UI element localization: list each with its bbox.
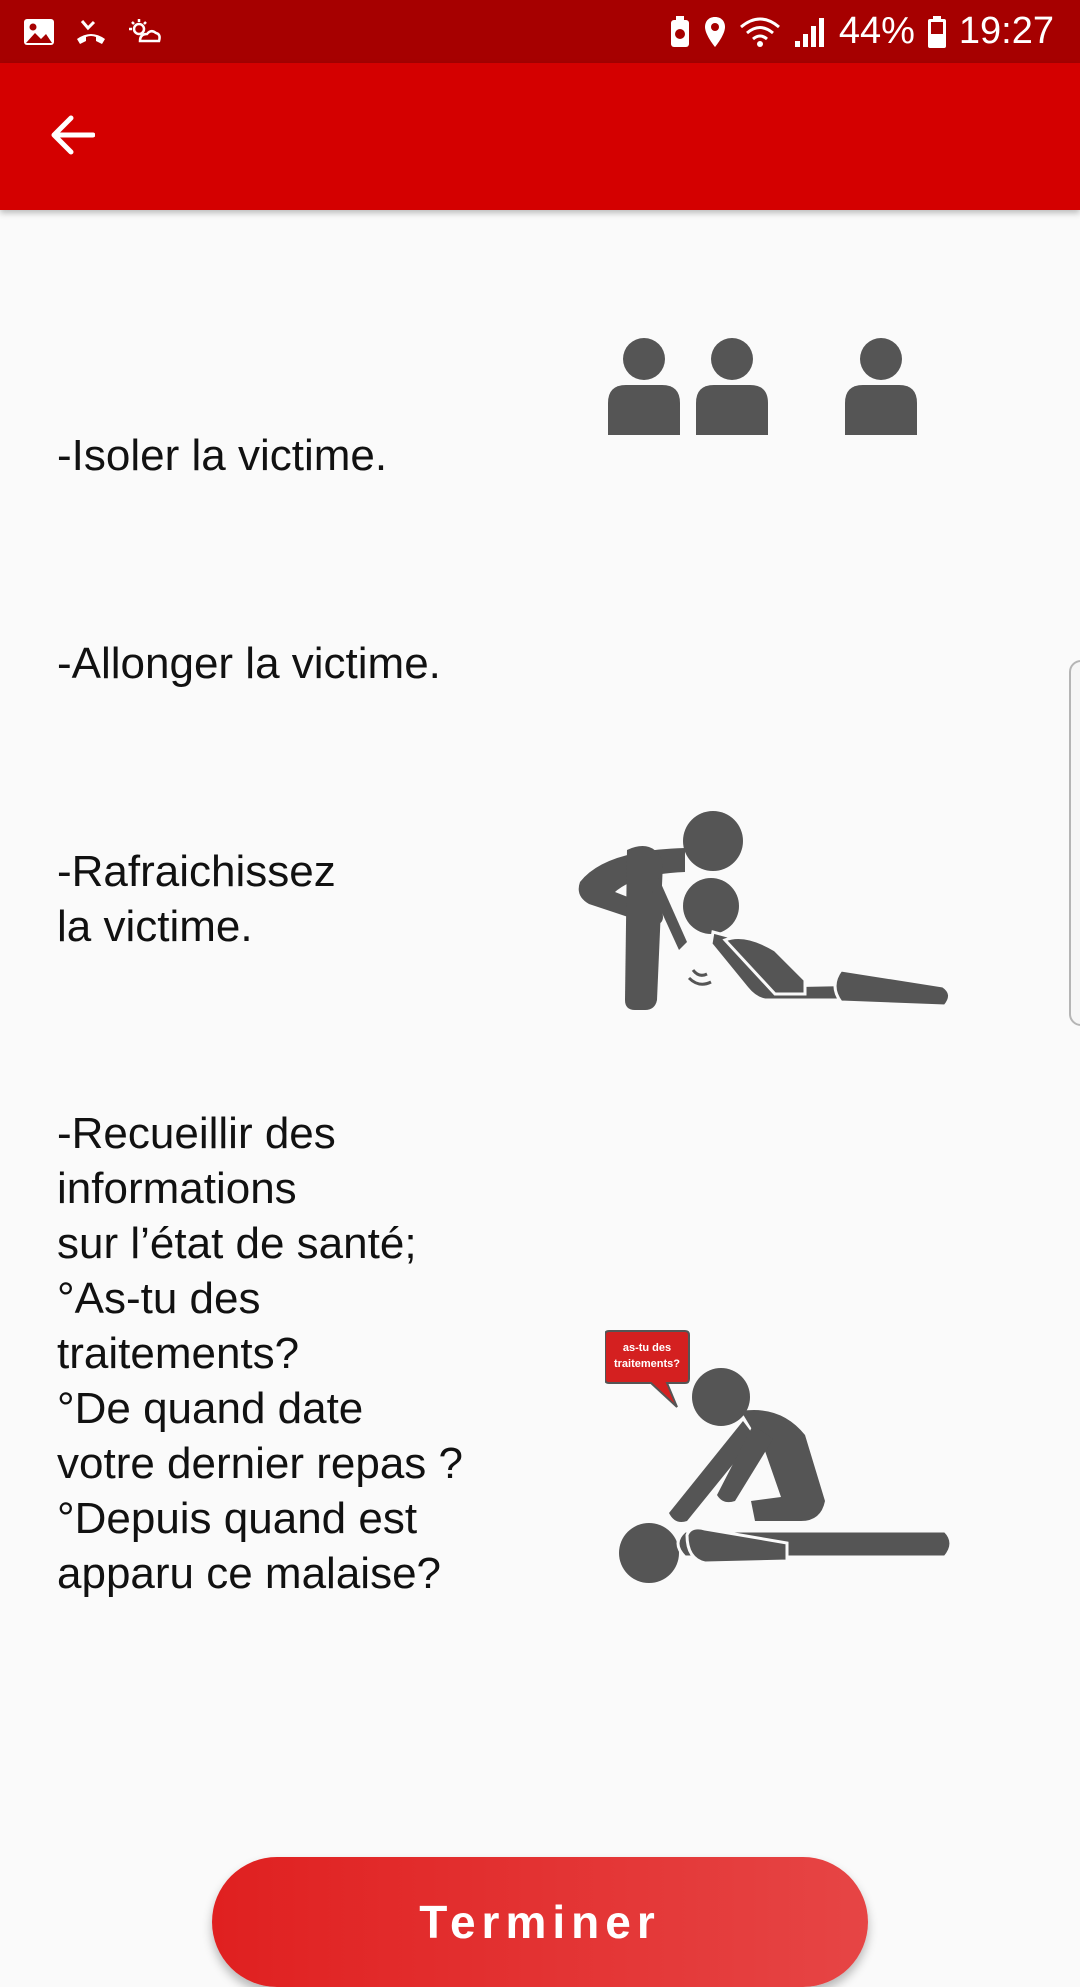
arrow-left-icon	[49, 114, 96, 161]
status-bar-right: 44% 19:27	[669, 0, 1054, 63]
wifi-icon	[739, 15, 781, 49]
rescuer-cooling-victim-icon	[578, 811, 951, 1010]
battery-saver-icon	[669, 15, 691, 49]
status-bar: 44% 19:27	[0, 0, 1080, 63]
step-lay-down-text: -Allonger la victime.	[57, 639, 441, 688]
battery-percent: 44%	[838, 10, 915, 52]
app-bar	[0, 63, 1080, 210]
missed-call-icon	[74, 17, 108, 47]
speech-bubble-line1: as-tu des	[623, 1342, 671, 1354]
step-cool-down-text: -Rafraichissez la victime.	[57, 847, 336, 951]
step-isolate-text: -Isoler la victime.	[57, 431, 388, 480]
back-button[interactable]	[30, 105, 114, 169]
step-collect-info-text: -Recueillir des informations sur l’état …	[57, 1109, 463, 1598]
gallery-icon	[22, 17, 56, 47]
weather-icon	[126, 17, 162, 47]
content: -Isoler la victime. -Allonger la victime…	[0, 210, 1080, 1987]
status-bar-left	[22, 14, 162, 50]
rescuer-asking-victim-icon: as-tu des traitements?	[605, 1330, 953, 1583]
battery-icon	[927, 15, 947, 49]
location-icon	[703, 15, 727, 49]
signal-icon	[793, 15, 827, 49]
terminer-button[interactable]: Terminer	[212, 1857, 868, 1987]
isolated-people-icon	[608, 338, 917, 435]
scroll-handle[interactable]	[1069, 660, 1080, 1026]
clock: 19:27	[958, 10, 1054, 52]
speech-bubble-line2: traitements?	[614, 1358, 680, 1370]
